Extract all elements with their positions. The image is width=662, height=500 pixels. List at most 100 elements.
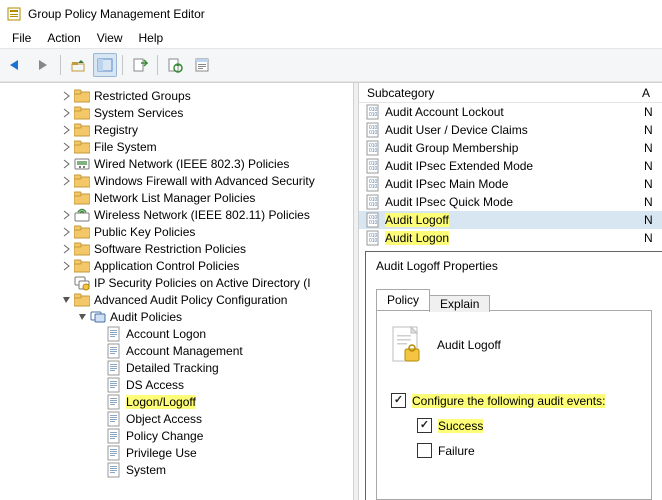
sheet-icon (106, 377, 122, 393)
failure-checkbox[interactable] (417, 443, 432, 458)
tree-item[interactable]: Software Restriction Policies (0, 240, 353, 257)
configure-checkbox[interactable] (391, 393, 406, 408)
tree-item[interactable]: Windows Firewall with Advanced Security (0, 172, 353, 189)
export-button[interactable] (128, 53, 152, 77)
list-item-value: N (644, 177, 662, 191)
tree-item[interactable]: Audit Policies (0, 308, 353, 325)
tree-item-label: Logon/Logoff (126, 395, 196, 409)
tree-item[interactable]: Privilege Use (0, 444, 353, 461)
tree-item[interactable]: File System (0, 138, 353, 155)
expander-icon[interactable] (76, 310, 90, 324)
tree-item[interactable]: Advanced Audit Policy Configuration (0, 291, 353, 308)
expander-icon[interactable] (92, 446, 106, 460)
up-button[interactable] (66, 53, 90, 77)
menu-help[interactable]: Help (131, 29, 172, 47)
tree-item[interactable]: IP Security Policies on Active Directory… (0, 274, 353, 291)
tree-item[interactable]: System Services (0, 104, 353, 121)
dialog-heading: Audit Logoff (437, 338, 501, 352)
expander-icon[interactable] (92, 361, 106, 375)
tab-explain[interactable]: Explain (429, 295, 490, 312)
column-subcategory[interactable]: Subcategory (359, 86, 642, 100)
expander-icon[interactable] (92, 327, 106, 341)
expander-icon[interactable] (60, 242, 74, 256)
right-pane: Subcategory A Audit Account LockoutNAudi… (359, 83, 662, 500)
tree-item[interactable]: Policy Change (0, 427, 353, 444)
tree-item[interactable]: Restricted Groups (0, 87, 353, 104)
tree-item-label: Audit Policies (110, 310, 182, 324)
tree-item[interactable]: Account Management (0, 342, 353, 359)
refresh-button[interactable] (163, 53, 187, 77)
back-button[interactable] (4, 53, 28, 77)
tree-item-label: Detailed Tracking (126, 361, 219, 375)
tree-item[interactable]: DS Access (0, 376, 353, 393)
expander-icon[interactable] (60, 259, 74, 273)
menu-action[interactable]: Action (39, 29, 88, 47)
expander-icon[interactable] (92, 412, 106, 426)
tree-item[interactable]: Detailed Tracking (0, 359, 353, 376)
forward-button[interactable] (31, 53, 55, 77)
column-audit[interactable]: A (642, 86, 662, 100)
dialog-tabs: Policy Explain (376, 288, 652, 310)
tree-item-label: Restricted Groups (94, 89, 191, 103)
expander-icon[interactable] (60, 276, 74, 290)
expander-icon[interactable] (60, 157, 74, 171)
menu-view[interactable]: View (89, 29, 131, 47)
tree-item[interactable]: Registry (0, 121, 353, 138)
list-item-value: N (644, 213, 662, 227)
expander-icon[interactable] (92, 463, 106, 477)
tree-item[interactable]: Wireless Network (IEEE 802.11) Policies (0, 206, 353, 223)
registry-icon (365, 158, 381, 174)
properties-button[interactable] (190, 53, 214, 77)
list-item[interactable]: Audit LogoffN (359, 211, 662, 229)
tree-item[interactable]: Network List Manager Policies (0, 189, 353, 206)
tree-item-label: System (126, 463, 166, 477)
list-item[interactable]: Audit User / Device ClaimsN (359, 121, 662, 139)
menu-file[interactable]: File (4, 29, 39, 47)
folder-icon (74, 190, 90, 206)
tree-item-label: DS Access (126, 378, 184, 392)
list-item[interactable]: Audit LogonN (359, 229, 662, 247)
tree-item[interactable]: Wired Network (IEEE 802.3) Policies (0, 155, 353, 172)
expander-icon[interactable] (60, 191, 74, 205)
configure-label: Configure the following audit events: (412, 394, 605, 408)
expander-icon[interactable] (92, 378, 106, 392)
expander-icon[interactable] (60, 106, 74, 120)
list-item[interactable]: Audit IPsec Main ModeN (359, 175, 662, 193)
expander-icon[interactable] (60, 208, 74, 222)
list-item-value: N (644, 105, 662, 119)
expander-icon[interactable] (60, 293, 74, 307)
registry-icon (365, 122, 381, 138)
tree-item-label: File System (94, 140, 157, 154)
tree-item[interactable]: Public Key Policies (0, 223, 353, 240)
tree-item[interactable]: System (0, 461, 353, 478)
tree-pane[interactable]: Restricted GroupsSystem ServicesRegistry… (0, 83, 353, 500)
list-item-value: N (644, 141, 662, 155)
sheet-icon (106, 360, 122, 376)
list-item-value: N (644, 123, 662, 137)
list-item-label: Audit IPsec Quick Mode (385, 195, 644, 209)
tree-item[interactable]: Object Access (0, 410, 353, 427)
expander-icon[interactable] (92, 395, 106, 409)
body: Restricted GroupsSystem ServicesRegistry… (0, 82, 662, 500)
list-header[interactable]: Subcategory A (359, 83, 662, 103)
expander-icon[interactable] (60, 89, 74, 103)
properties-dialog: Audit Logoff Properties Policy Explain A… (365, 251, 662, 500)
tree-item[interactable]: Account Logon (0, 325, 353, 342)
tree-item[interactable]: Logon/Logoff (0, 393, 353, 410)
expander-icon[interactable] (92, 429, 106, 443)
tree-item[interactable]: Application Control Policies (0, 257, 353, 274)
expander-icon[interactable] (60, 225, 74, 239)
success-checkbox[interactable] (417, 418, 432, 433)
list-item[interactable]: Audit Account LockoutN (359, 103, 662, 121)
show-hide-tree-button[interactable] (93, 53, 117, 77)
policy-list[interactable]: Audit Account LockoutNAudit User / Devic… (359, 103, 662, 247)
list-item-label: Audit User / Device Claims (385, 123, 644, 137)
list-item[interactable]: Audit IPsec Quick ModeN (359, 193, 662, 211)
list-item[interactable]: Audit Group MembershipN (359, 139, 662, 157)
list-item[interactable]: Audit IPsec Extended ModeN (359, 157, 662, 175)
expander-icon[interactable] (60, 140, 74, 154)
expander-icon[interactable] (92, 344, 106, 358)
expander-icon[interactable] (60, 123, 74, 137)
expander-icon[interactable] (60, 174, 74, 188)
tab-policy[interactable]: Policy (376, 289, 430, 310)
